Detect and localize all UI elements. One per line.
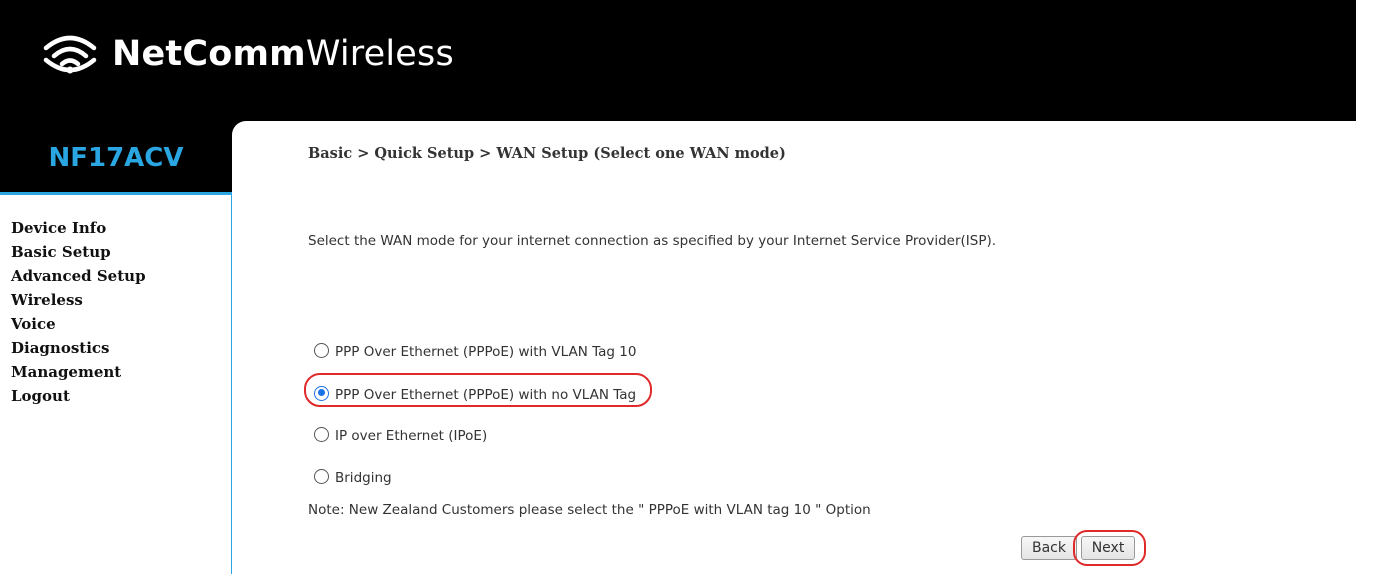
wifi-signal-icon [43, 35, 97, 74]
radio-button[interactable] [314, 426, 329, 442]
sidebar-item-diagnostics[interactable]: Diagnostics [11, 336, 146, 360]
radio-button-selected[interactable] [314, 385, 329, 401]
sidebar-item-wireless[interactable]: Wireless [11, 288, 146, 312]
logo-text-bold: NetComm [112, 34, 306, 74]
sidebar-item-voice[interactable]: Voice [11, 312, 146, 336]
wan-option-pppoe-no-vlan[interactable]: PPP Over Ethernet (PPPoE) with no VLAN T… [314, 383, 636, 403]
back-button[interactable]: Back [1021, 536, 1077, 560]
sidebar-item-basic-setup[interactable]: Basic Setup [11, 240, 146, 264]
header-right-strip [1356, 0, 1400, 121]
model-name: NF17ACV [48, 143, 184, 173]
sidebar-item-management[interactable]: Management [11, 360, 146, 384]
model-banner: NF17ACV [0, 121, 232, 192]
wan-option-label: IP over Ethernet (IPoE) [335, 428, 488, 444]
wan-option-pppoe-vlan10[interactable]: PPP Over Ethernet (PPPoE) with VLAN Tag … [314, 340, 636, 360]
wan-option-bridging[interactable]: Bridging [314, 466, 392, 486]
sidebar-accent-line [0, 192, 232, 195]
sidebar-item-device-info[interactable]: Device Info [11, 216, 146, 240]
radio-button[interactable] [314, 342, 329, 358]
radio-button[interactable] [314, 468, 329, 484]
wan-option-ipoe[interactable]: IP over Ethernet (IPoE) [314, 424, 487, 444]
logo-text-light: Wireless [305, 34, 454, 74]
logo-text: NetCommWireless [112, 34, 454, 74]
sidebar-item-advanced-setup[interactable]: Advanced Setup [11, 264, 146, 288]
next-button[interactable]: Next [1081, 536, 1135, 560]
sidebar-nav: Device Info Basic Setup Advanced Setup W… [11, 216, 146, 408]
breadcrumb: Basic > Quick Setup > WAN Setup (Select … [308, 145, 786, 162]
sidebar: NF17ACV Device Info Basic Setup Advanced… [0, 121, 232, 574]
wan-option-label: PPP Over Ethernet (PPPoE) with no VLAN T… [335, 387, 637, 403]
wan-option-label: Bridging [335, 470, 392, 486]
page-description: Select the WAN mode for your internet co… [308, 233, 997, 249]
nz-customer-note: Note: New Zealand Customers please selec… [308, 502, 871, 518]
netcomm-logo: NetCommWireless [36, 26, 454, 82]
wan-option-label: PPP Over Ethernet (PPPoE) with VLAN Tag … [335, 344, 637, 360]
header-bar: NetCommWireless [0, 0, 1356, 121]
sidebar-item-logout[interactable]: Logout [11, 384, 146, 408]
